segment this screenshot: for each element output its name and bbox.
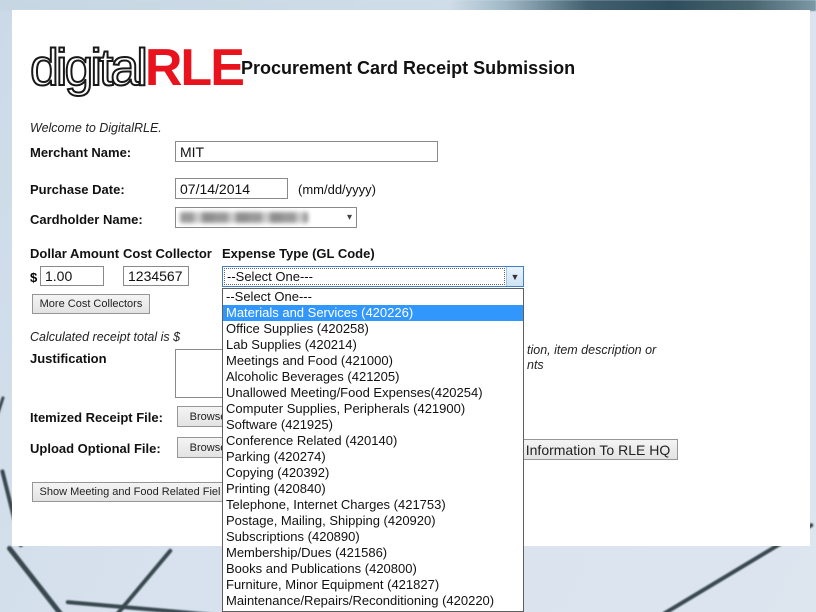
expense-option[interactable]: Alcoholic Beverages (421205) (223, 369, 523, 385)
expense-option[interactable]: Maintenance/Repairs/Reconditioning (4202… (223, 593, 523, 609)
currency-symbol: $ (30, 270, 37, 285)
page-title: Procurement Card Receipt Submission (241, 58, 575, 79)
cost-collector-header: Cost Collector (123, 246, 212, 261)
chevron-down-icon: ▼ (511, 272, 520, 282)
upload-optional-file-label: Upload Optional File: (30, 441, 161, 456)
background-branch (108, 548, 173, 612)
expense-option[interactable]: Subscriptions (420890) (223, 529, 523, 545)
expense-option[interactable]: Software (421925) (223, 417, 523, 433)
logo: digital RLE (30, 42, 243, 94)
background-branch (66, 600, 244, 612)
expense-option[interactable]: Parking (420274) (223, 449, 523, 465)
expense-option[interactable]: Telephone, Internet Charges (421753) (223, 497, 523, 513)
expense-type-select[interactable]: --Select One--- ▼ (222, 266, 524, 287)
cardholder-name-label: Cardholder Name: (30, 212, 143, 227)
hint-text-fragment-2: nts (527, 358, 544, 372)
welcome-text: Welcome to DigitalRLE. (30, 121, 162, 135)
hint-text-fragment-1: tion, item description or (527, 343, 656, 357)
expense-dropdown-button[interactable]: ▼ (506, 267, 523, 286)
chevron-down-icon: ▾ (343, 212, 356, 223)
logo-digital-text: digital (30, 42, 145, 94)
merchant-name-label: Merchant Name: (30, 145, 131, 160)
expense-type-listbox[interactable]: --Select One---Materials and Services (4… (222, 288, 524, 612)
background-branch (6, 545, 67, 612)
cost-collector-input[interactable] (123, 266, 189, 286)
submit-to-rle-hq-button[interactable]: Information To RLE HQ (518, 439, 678, 460)
date-format-hint: (mm/dd/yyyy) (298, 182, 376, 197)
expense-option[interactable]: Office Supplies (420258) (223, 321, 523, 337)
background-branch (0, 396, 5, 464)
logo-rle-text: RLE (145, 42, 243, 94)
merchant-name-input[interactable] (175, 141, 438, 162)
expense-type-selected-value: --Select One--- (224, 268, 505, 285)
expense-option[interactable]: Furniture, Minor Equipment (421827) (223, 577, 523, 593)
expense-option[interactable]: Membership/Dues (421586) (223, 545, 523, 561)
expense-option[interactable]: --Select One--- (223, 289, 523, 305)
cardholder-redacted-value (180, 212, 308, 223)
calculated-total-text: Calculated receipt total is $ (30, 330, 180, 344)
expense-option[interactable]: Conference Related (420140) (223, 433, 523, 449)
cardholder-select[interactable]: ▾ (175, 207, 357, 228)
show-meeting-food-fields-button[interactable]: Show Meeting and Food Related Fiel (32, 482, 228, 502)
expense-option[interactable]: Postage, Mailing, Shipping (420920) (223, 513, 523, 529)
expense-option[interactable]: Lab Supplies (420214) (223, 337, 523, 353)
expense-option[interactable]: Materials and Services (420226) (223, 305, 523, 321)
expense-option[interactable]: Unallowed Meeting/Food Expenses(420254) (223, 385, 523, 401)
purchase-date-input[interactable] (175, 178, 288, 199)
dollar-amount-input[interactable] (40, 266, 104, 286)
expense-option[interactable]: Meetings and Food (421000) (223, 353, 523, 369)
purchase-date-label: Purchase Date: (30, 182, 125, 197)
itemized-receipt-file-label: Itemized Receipt File: (30, 410, 163, 425)
expense-option[interactable]: Printing (420840) (223, 481, 523, 497)
more-cost-collectors-button[interactable]: More Cost Collectors (32, 294, 150, 314)
expense-option[interactable]: Books and Publications (420800) (223, 561, 523, 577)
expense-type-header: Expense Type (GL Code) (222, 246, 375, 261)
expense-option[interactable]: Computer Supplies, Peripherals (421900) (223, 401, 523, 417)
expense-option[interactable]: Copying (420392) (223, 465, 523, 481)
justification-label: Justification (30, 351, 107, 366)
dollar-amount-header: Dollar Amount (30, 246, 119, 261)
